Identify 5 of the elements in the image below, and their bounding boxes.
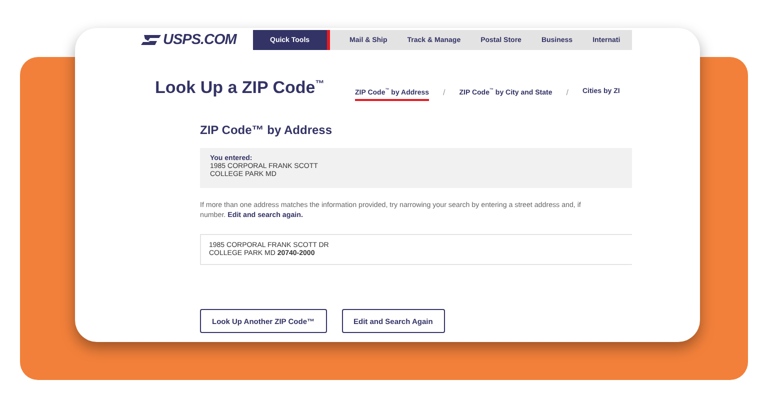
logo-text: USPS.COM xyxy=(163,32,236,48)
tab-separator: / xyxy=(566,88,568,99)
section-title: ZIP Code™ by Address xyxy=(200,123,334,138)
page-title: Look Up a ZIP Code$^{™}$ xyxy=(155,78,326,98)
tab-separator: / xyxy=(443,88,446,99)
